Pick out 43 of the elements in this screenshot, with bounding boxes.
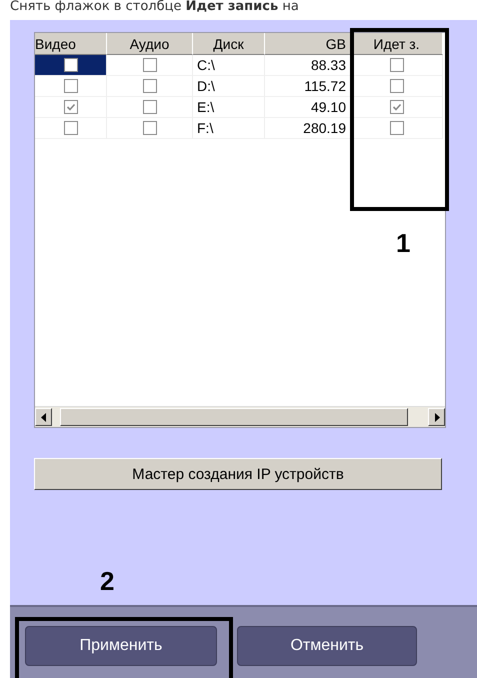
callout-number: 2 xyxy=(100,566,114,597)
recording-checkbox[interactable] xyxy=(390,58,404,72)
table-cell: 280.19 xyxy=(265,118,351,139)
callout-number: 1 xyxy=(396,228,410,259)
table-cell[interactable] xyxy=(35,55,107,76)
scroll-left-button[interactable] xyxy=(35,408,52,426)
table-cell: D:\ xyxy=(193,76,265,97)
scrollbar-thumb[interactable] xyxy=(60,408,408,426)
left-arrow-icon xyxy=(40,412,46,422)
video-checkbox[interactable] xyxy=(64,121,78,135)
table-cell: 88.33 xyxy=(265,55,351,76)
table-cell[interactable] xyxy=(35,97,107,118)
table-cell: F:\ xyxy=(193,118,265,139)
column-header[interactable]: GB xyxy=(265,33,351,55)
cancel-button[interactable]: Отменить xyxy=(237,626,417,666)
column-header[interactable]: Диск xyxy=(193,33,265,55)
video-checkbox[interactable] xyxy=(64,100,78,114)
table-cell: E:\ xyxy=(193,97,265,118)
table-cell: C:\ xyxy=(193,55,265,76)
recording-checkbox[interactable] xyxy=(390,100,404,114)
video-checkbox[interactable] xyxy=(64,58,78,72)
audio-checkbox[interactable] xyxy=(142,100,156,114)
right-arrow-icon xyxy=(434,412,440,422)
ip-wizard-button[interactable]: Мастер создания IP устройств xyxy=(34,458,442,490)
check-icon xyxy=(390,101,402,113)
check-icon xyxy=(64,101,76,113)
table-cell: 115.72 xyxy=(265,76,351,97)
table-cell: 49.10 xyxy=(265,97,351,118)
recording-checkbox[interactable] xyxy=(390,79,404,93)
column-header[interactable]: Идет з. xyxy=(351,33,443,55)
apply-button[interactable]: Применить xyxy=(25,626,217,666)
audio-checkbox[interactable] xyxy=(142,121,156,135)
scroll-right-button[interactable] xyxy=(428,408,445,426)
table-cell[interactable] xyxy=(35,76,107,97)
video-checkbox[interactable] xyxy=(64,79,78,93)
horizontal-scrollbar[interactable] xyxy=(35,406,445,427)
recording-checkbox[interactable] xyxy=(390,121,404,135)
instruction-text: Снять флажок в столбце Идет запись на xyxy=(9,0,300,16)
column-header[interactable]: Аудио xyxy=(107,33,193,55)
audio-checkbox[interactable] xyxy=(142,79,156,93)
column-header[interactable]: Видео xyxy=(35,33,107,55)
audio-checkbox[interactable] xyxy=(142,58,156,72)
table-cell[interactable] xyxy=(35,118,107,139)
